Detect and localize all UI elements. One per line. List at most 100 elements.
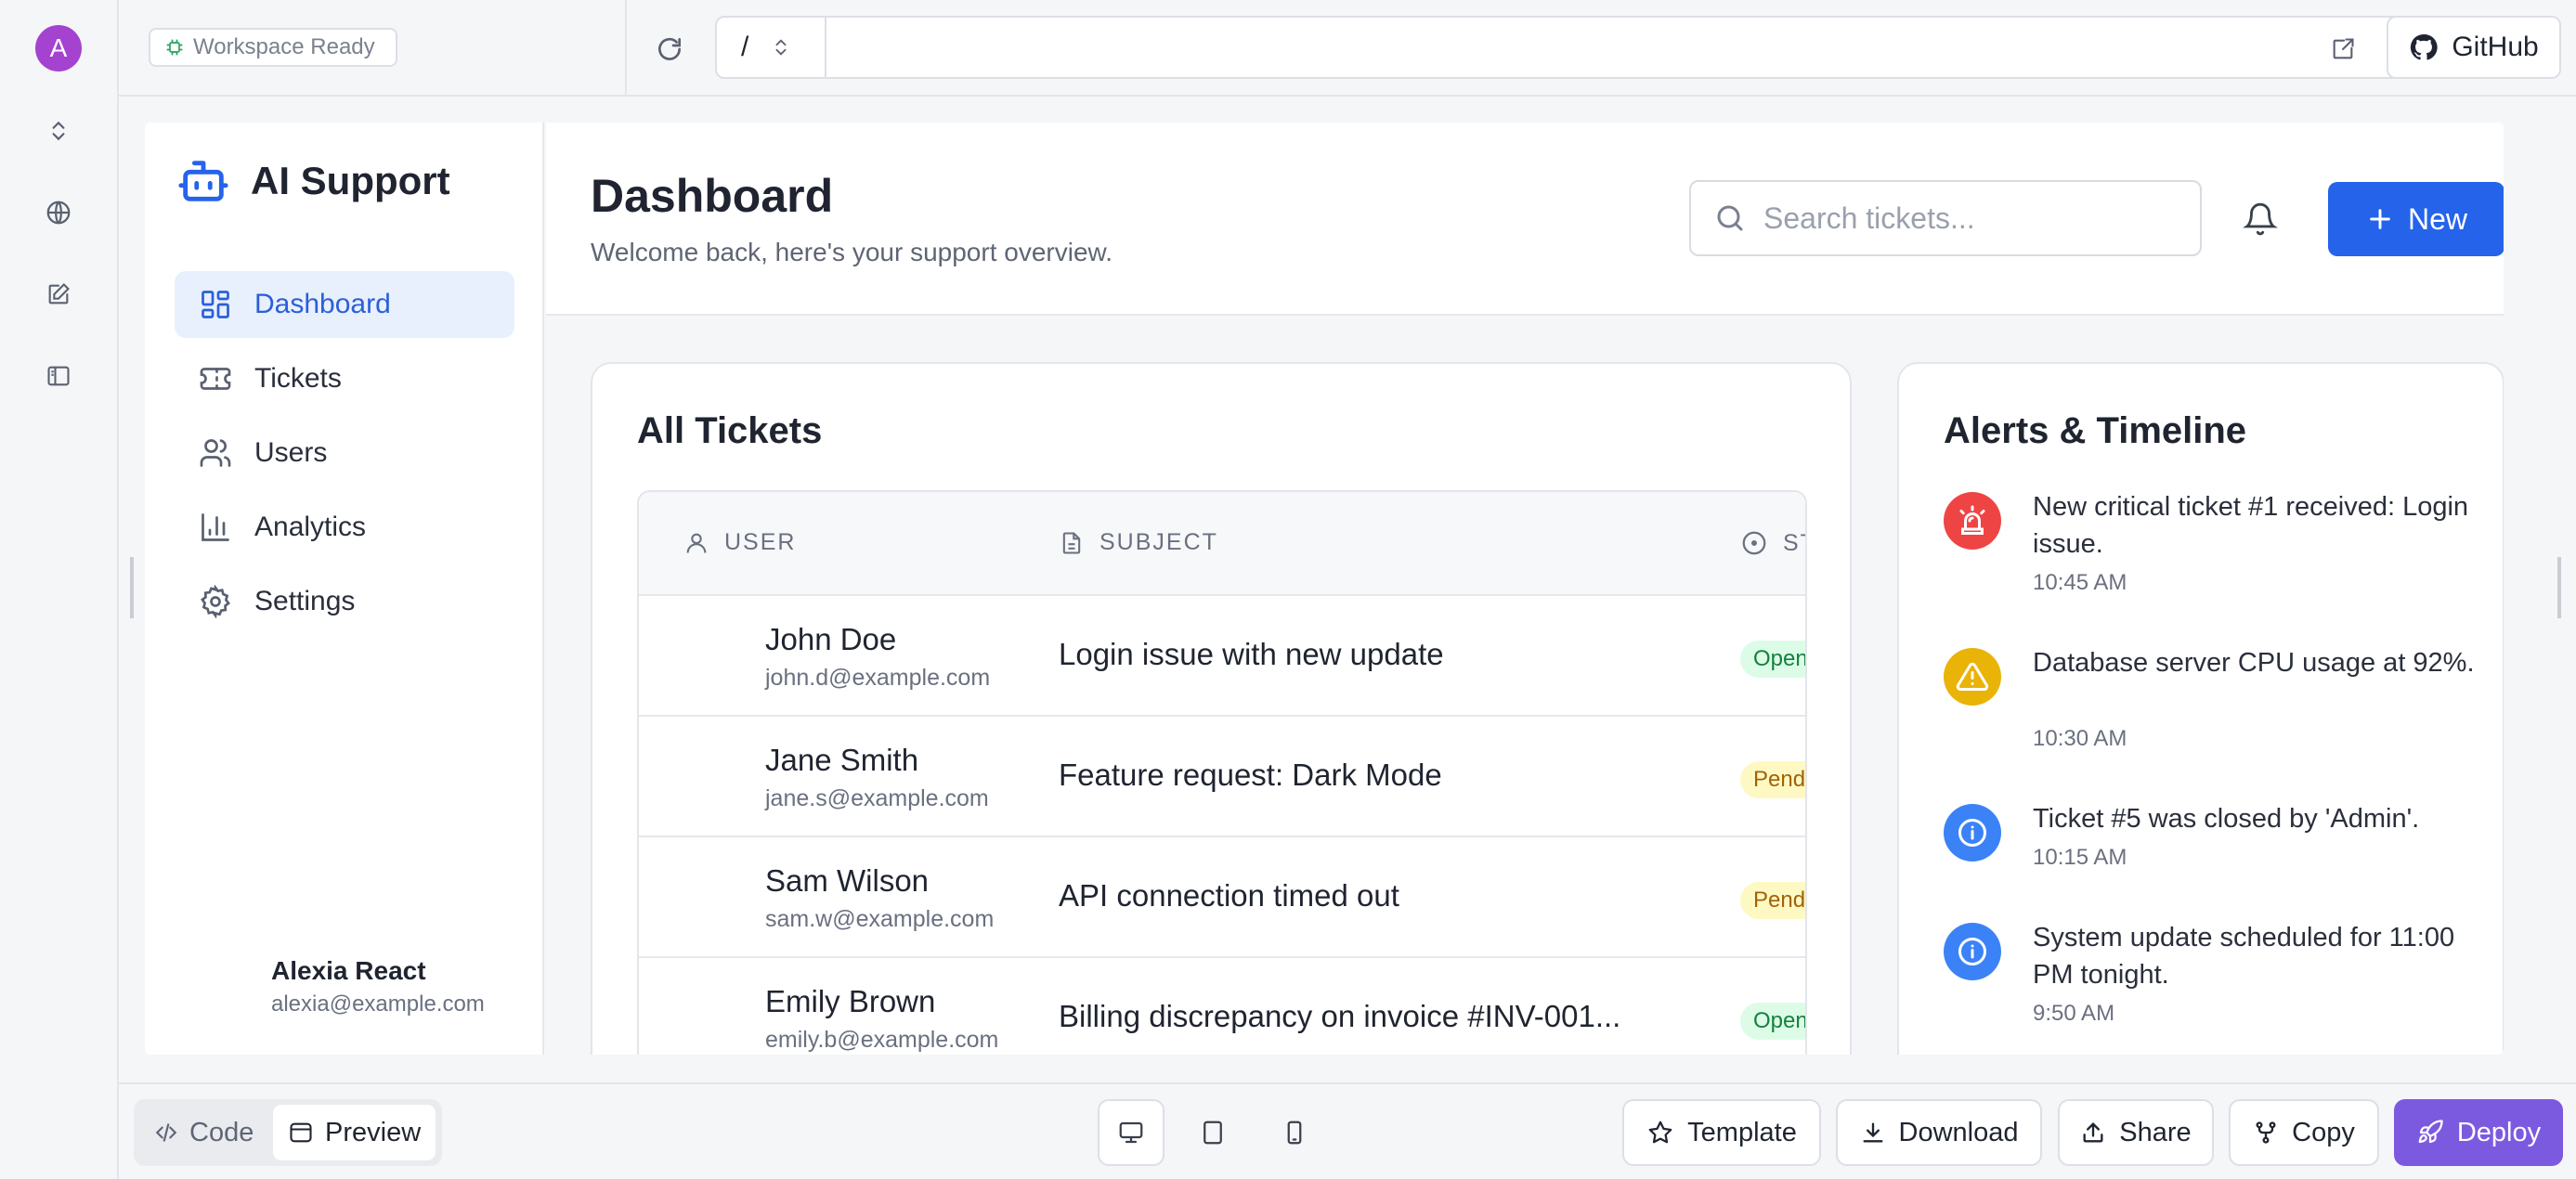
code-icon — [155, 1123, 177, 1142]
chevron-up-down-icon[interactable] — [39, 111, 78, 150]
github-icon — [2411, 33, 2438, 60]
route-path: / — [741, 32, 749, 62]
edit-icon[interactable] — [39, 275, 78, 314]
bell-icon[interactable] — [2238, 197, 2283, 241]
bot-icon — [178, 161, 228, 201]
star-icon — [1648, 1121, 1672, 1144]
code-tab[interactable]: Code — [139, 1105, 268, 1160]
download-icon — [1863, 1122, 1882, 1143]
info-icon — [1944, 923, 2001, 980]
users-icon — [200, 439, 231, 467]
desktop-view-button[interactable] — [1098, 1099, 1164, 1166]
tickets-table: USER SUBJECT STATUS John Doe john.d@exam… — [637, 490, 1807, 1055]
status-badge: Open — [1740, 641, 1805, 678]
route-select[interactable]: / — [717, 18, 826, 77]
tickets-card: All Tickets USER SUBJECT STATUS — [591, 362, 1852, 1055]
column-header-user[interactable]: USER — [683, 529, 796, 556]
search-icon — [1717, 205, 1743, 231]
column-header-status[interactable]: STATUS — [1740, 529, 1805, 557]
mobile-view-button[interactable] — [1261, 1099, 1328, 1166]
warning-icon — [1944, 648, 2001, 706]
rocket-icon — [2418, 1120, 2443, 1144]
user-profile[interactable]: Alexia React alexia@example.com — [271, 956, 485, 1017]
sidebar-item-users[interactable]: Users — [175, 420, 514, 486]
user-email: jane.s@example.com — [765, 785, 989, 811]
github-button[interactable]: GitHub — [2387, 16, 2561, 79]
user-icon — [686, 533, 707, 553]
external-link-icon[interactable] — [2322, 28, 2364, 71]
download-button[interactable]: Download — [1836, 1099, 2042, 1166]
share-button[interactable]: Share — [2058, 1099, 2214, 1166]
brand[interactable]: AI Support — [176, 154, 450, 208]
fork-icon — [2256, 1121, 2276, 1144]
page-title: Dashboard — [591, 170, 834, 222]
app-sidebar: AI Support Dashboard Tickets Users Analy… — [145, 123, 544, 1055]
user-email: sam.w@example.com — [765, 906, 995, 932]
tablet-view-button[interactable] — [1179, 1099, 1246, 1166]
share-icon — [2083, 1122, 2103, 1143]
table-row[interactable]: Emily Brown emily.b@example.com Billing … — [639, 958, 1805, 1055]
browser-icon — [290, 1122, 312, 1143]
user-name: John Doe — [765, 622, 897, 656]
sidebar-item-dashboard[interactable]: Dashboard — [175, 271, 514, 338]
table-header: USER SUBJECT STATUS — [639, 492, 1805, 596]
resize-handle-right[interactable] — [2557, 557, 2561, 618]
download-label: Download — [1898, 1117, 2019, 1147]
user-name: Emily Brown — [765, 984, 936, 1018]
info-icon — [1944, 804, 2001, 862]
deploy-button[interactable]: Deploy — [2394, 1099, 2563, 1166]
column-header-subject[interactable]: SUBJECT — [1059, 529, 1218, 556]
template-button[interactable]: Template — [1622, 1099, 1821, 1166]
share-label: Share — [2119, 1117, 2192, 1147]
ticket-subject: Billing discrepancy on invoice #INV-001.… — [1059, 999, 1621, 1033]
sidebar-item-label: Analytics — [254, 512, 367, 542]
template-label: Template — [1687, 1117, 1797, 1147]
preview-tab-label: Preview — [325, 1117, 422, 1147]
page-header: Dashboard Welcome back, here's your supp… — [546, 123, 2504, 316]
new-ticket-button[interactable]: New — [2328, 182, 2504, 256]
page-subtitle: Welcome back, here's your support overvi… — [591, 238, 1112, 266]
new-button-label: New — [2407, 201, 2467, 236]
main-content: Dashboard Welcome back, here's your supp… — [546, 123, 2504, 1055]
ticket-subject: Feature request: Dark Mode — [1059, 758, 1442, 792]
user-name: Jane Smith — [765, 743, 919, 777]
search-placeholder: Search tickets... — [1763, 201, 1975, 235]
workspace-status-badge: Workspace Ready — [149, 28, 397, 67]
sidebar-nav: Dashboard Tickets Users Analytics Settin… — [175, 271, 514, 642]
alerts-title: Alerts & Timeline — [1944, 410, 2247, 451]
status-circle-icon — [1742, 531, 1766, 555]
table-row[interactable]: Sam Wilson sam.w@example.com API connect… — [639, 837, 1805, 958]
status-badge: Pending — [1740, 882, 1805, 919]
url-bar[interactable]: / — [715, 16, 2416, 79]
reload-icon[interactable] — [648, 28, 691, 71]
profile-email: alexia@example.com — [271, 991, 485, 1017]
avatar[interactable]: A — [35, 25, 82, 71]
deploy-label: Deploy — [2456, 1117, 2542, 1147]
preview-tab[interactable]: Preview — [273, 1105, 436, 1160]
tickets-title: All Tickets — [637, 410, 823, 451]
sidebar-item-analytics[interactable]: Analytics — [175, 494, 514, 561]
monitor-icon — [1119, 1121, 1143, 1144]
sidebar-item-settings[interactable]: Settings — [175, 568, 514, 635]
resize-handle-left[interactable] — [130, 557, 134, 618]
sidebar-item-tickets[interactable]: Tickets — [175, 345, 514, 412]
alerts-card: Alerts & Timeline New critical ticket #1… — [1897, 362, 2504, 1055]
table-row[interactable]: Jane Smith jane.s@example.com Feature re… — [639, 717, 1805, 837]
search-input[interactable]: Search tickets... — [1689, 180, 2202, 256]
alert-time: 10:45 AM — [2033, 570, 2127, 595]
copy-button[interactable]: Copy — [2229, 1099, 2379, 1166]
globe-icon[interactable] — [39, 193, 78, 232]
sidebar-item-label: Dashboard — [254, 289, 391, 319]
app-preview: AI Support Dashboard Tickets Users Analy… — [145, 123, 2504, 1055]
plus-icon — [2370, 209, 2390, 229]
column-label: USER — [724, 529, 797, 555]
phone-icon — [1287, 1121, 1302, 1145]
sidebar-toggle-icon[interactable] — [39, 356, 78, 395]
alert-time: 10:15 AM — [2033, 845, 2127, 870]
user-email: emily.b@example.com — [765, 1027, 999, 1053]
ticket-icon — [200, 368, 231, 390]
sidebar-item-label: Tickets — [254, 363, 342, 394]
column-label: STATUS — [1783, 529, 1805, 556]
status-badge: Pending — [1740, 761, 1805, 798]
table-row[interactable]: John Doe john.d@example.com Login issue … — [639, 596, 1805, 717]
